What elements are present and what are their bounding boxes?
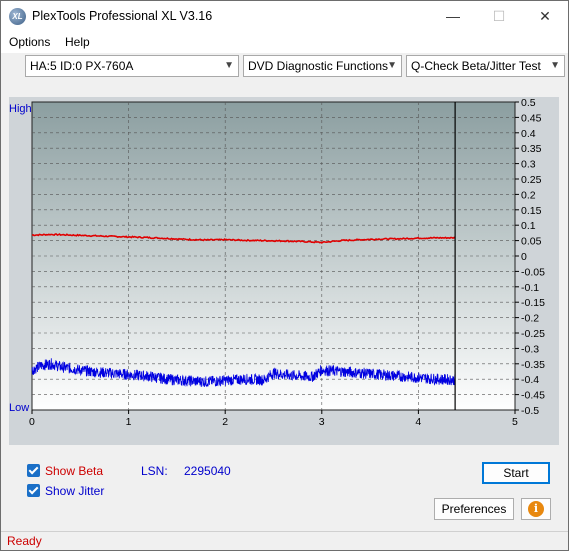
y-tick-label: -0.45 <box>521 390 545 402</box>
start-button[interactable]: Start <box>482 462 550 484</box>
chevron-down-icon: ▼ <box>550 60 560 71</box>
y-tick-label: 0.35 <box>521 143 542 155</box>
function-select-value: DVD Diagnostic Functions <box>248 59 389 73</box>
y-tick-label: 0 <box>521 251 527 263</box>
title-bar[interactable]: XL PlexTools Professional XL V3.16 — ☐ ✕ <box>1 1 568 32</box>
test-select[interactable]: Q-Check Beta/Jitter Test ▼ <box>406 55 565 77</box>
window-title: PlexTools Professional XL V3.16 <box>32 9 213 23</box>
menu-bar: Options Help <box>1 32 568 53</box>
chevron-down-icon: ▼ <box>224 60 234 71</box>
y-tick-label: 0.15 <box>521 205 542 217</box>
x-tick-label: 1 <box>126 416 132 428</box>
menu-options[interactable]: Options <box>9 35 50 49</box>
show-jitter-checkbox[interactable] <box>27 484 40 497</box>
y-tick-label: 0.5 <box>521 97 536 109</box>
grid <box>32 102 515 410</box>
x-tick-label: 3 <box>319 416 325 428</box>
y-tick-label: 0.45 <box>521 112 542 124</box>
close-icon[interactable]: ✕ <box>522 1 568 32</box>
drive-select[interactable]: HA:5 ID:0 PX-760A ▼ <box>25 55 239 77</box>
y-tick-label: -0.5 <box>521 405 539 417</box>
info-icon: i <box>528 501 544 517</box>
y-tick-label: -0.25 <box>521 328 545 340</box>
y-tick-label: 0.25 <box>521 174 542 186</box>
y-tick-label: -0.05 <box>521 266 545 278</box>
lsn-label: LSN: <box>141 464 168 478</box>
show-beta-label[interactable]: Show Beta <box>45 464 103 478</box>
chevron-down-icon: ▼ <box>387 60 397 71</box>
y-tick-label: 0.05 <box>521 236 542 248</box>
y-tick-label: -0.15 <box>521 297 545 309</box>
beta-jitter-chart: 0.5 0.45 0.4 0.35 0.3 0.25 0.2 0.15 0.1 0.05 0 -0.0… <box>9 97 545 428</box>
menu-help-label: Help <box>65 35 90 49</box>
maximize-icon[interactable]: ☐ <box>476 1 522 32</box>
y-tick-label: 0.2 <box>521 189 536 201</box>
menu-help[interactable]: Help <box>65 35 90 49</box>
drive-select-value: HA:5 ID:0 PX-760A <box>30 59 134 73</box>
y-tick-label: -0.2 <box>521 313 539 325</box>
y-tick-label: -0.1 <box>521 282 539 294</box>
chart-panel: 0.5 0.45 0.4 0.35 0.3 0.25 0.2 0.15 0.1 0.05 0 -0.0… <box>9 97 559 445</box>
y-axis-high-label: High <box>9 103 32 115</box>
test-select-value: Q-Check Beta/Jitter Test <box>411 59 541 73</box>
y-tick-label: -0.4 <box>521 374 539 386</box>
status-bar: Ready <box>1 531 568 550</box>
minimize-icon[interactable]: — <box>430 1 476 32</box>
x-tick-label: 2 <box>222 416 228 428</box>
x-tick-label: 4 <box>415 416 421 428</box>
show-beta-checkbox[interactable] <box>27 464 40 477</box>
y-tick-label: -0.3 <box>521 343 539 355</box>
function-select[interactable]: DVD Diagnostic Functions ▼ <box>243 55 402 77</box>
show-jitter-label[interactable]: Show Jitter <box>45 484 104 498</box>
menu-options-label: Options <box>9 35 51 49</box>
y-tick-label: -0.35 <box>521 359 545 371</box>
y-tick-label: 0.4 <box>521 128 536 140</box>
lsn-value: 2295040 <box>184 464 231 478</box>
x-tick-label: 0 <box>29 416 35 428</box>
y-tick-label: 0.1 <box>521 220 536 232</box>
y-axis-low-label: Low <box>9 402 29 414</box>
preferences-button[interactable]: Preferences <box>434 498 514 520</box>
info-button[interactable]: i <box>521 498 551 520</box>
app-logo-icon: XL <box>9 8 26 25</box>
status-text: Ready <box>7 534 42 548</box>
x-tick-label: 5 <box>512 416 518 428</box>
app-window: XL PlexTools Professional XL V3.16 — ☐ ✕… <box>0 0 569 551</box>
y-tick-label: 0.3 <box>521 159 536 171</box>
